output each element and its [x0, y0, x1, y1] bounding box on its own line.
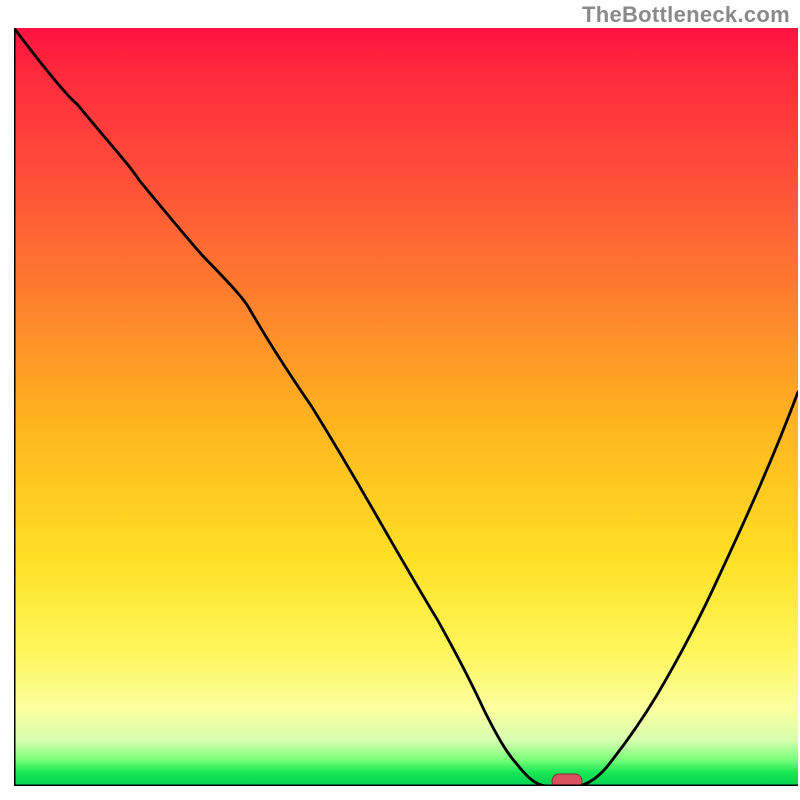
- plot-svg: [14, 28, 798, 786]
- chart-container: TheBottleneck.com: [0, 0, 800, 800]
- optimal-point-marker: [552, 774, 582, 786]
- axes: [14, 28, 798, 786]
- watermark-text: TheBottleneck.com: [582, 2, 790, 28]
- plot-area: [14, 28, 798, 786]
- marker-pill: [552, 774, 582, 786]
- bottleneck-curve: [14, 28, 798, 786]
